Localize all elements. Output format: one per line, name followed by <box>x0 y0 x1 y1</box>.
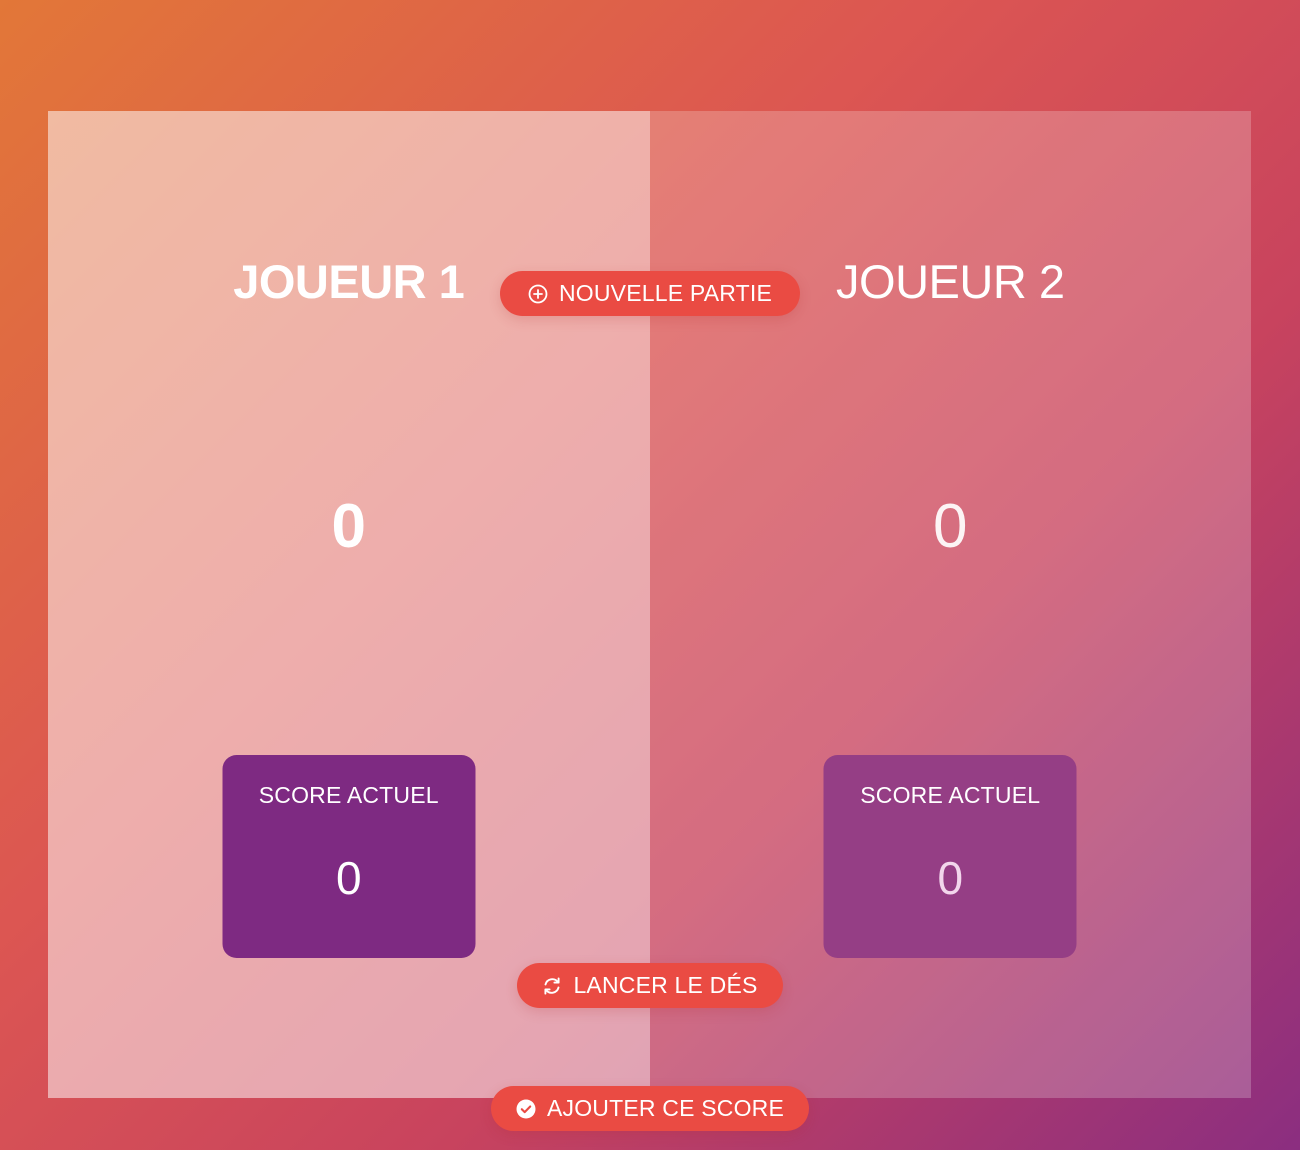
player-2-global-score: 0 <box>933 492 968 561</box>
roll-dice-label: LANCER LE DÉS <box>573 972 758 998</box>
new-game-button[interactable]: NOUVELLE PARTIE <box>499 271 800 316</box>
check-circle-icon <box>515 1098 537 1120</box>
player-1-panel: JOUEUR 1 0 SCORE ACTUEL 0 <box>48 111 650 1098</box>
game-board: JOUEUR 1 0 SCORE ACTUEL 0 JOUEUR 2 0 SCO… <box>48 111 1251 1131</box>
plus-circle-icon <box>527 283 549 305</box>
player-2-current-label: SCORE ACTUEL <box>860 782 1041 808</box>
hold-score-button[interactable]: AJOUTER CE SCORE <box>490 1086 809 1131</box>
player-2-panel: JOUEUR 2 0 SCORE ACTUEL 0 <box>649 111 1251 1098</box>
roll-dice-button[interactable]: LANCER LE DÉS <box>516 963 783 1008</box>
new-game-label: NOUVELLE PARTIE <box>558 280 773 306</box>
player-2-current-score-box: SCORE ACTUEL 0 <box>823 755 1077 958</box>
player-1-current-label: SCORE ACTUEL <box>258 782 439 808</box>
player-1-current-score: 0 <box>335 852 362 904</box>
player-1-global-score: 0 <box>331 492 366 561</box>
refresh-icon <box>541 975 563 997</box>
hold-score-label: AJOUTER CE SCORE <box>546 1095 785 1121</box>
player-2-current-score: 0 <box>937 852 964 904</box>
player-1-current-score-box: SCORE ACTUEL 0 <box>222 755 476 958</box>
